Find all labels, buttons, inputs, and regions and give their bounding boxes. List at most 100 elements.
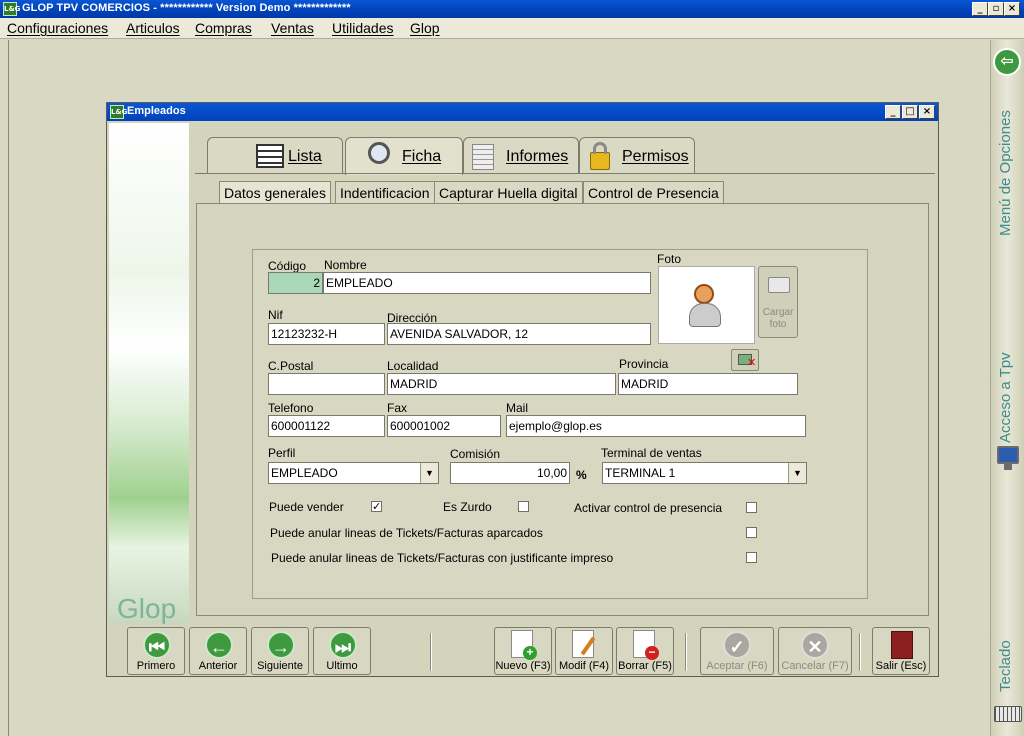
plus-icon: + [523,646,537,660]
anterior-button[interactable]: ← Anterior [189,627,247,675]
window-maximize-button[interactable]: □ [902,105,918,119]
siguiente-button[interactable]: → Siguiente [251,627,309,675]
localidad-field[interactable]: MADRID [387,373,616,395]
salir-button[interactable]: Salir (Esc) [872,627,930,675]
cancelar-label: Cancelar (F7) [781,660,849,672]
menu-bar: Configuraciones Articulos Compras Ventas… [0,18,1024,39]
anular-aparcados-label: Puede anular lineas de Tickets/Facturas … [270,526,543,540]
foto-label: Foto [657,252,682,266]
monitor-icon[interactable] [997,446,1019,464]
subtab-datos-generales[interactable]: Datos generales [219,181,331,204]
telefono-label: Telefono [268,401,314,415]
percent-label: % [576,468,587,482]
nombre-field[interactable]: EMPLEADO [323,272,651,294]
menu-articulos[interactable]: Articulos [126,20,180,36]
window-close-button[interactable]: × [919,105,935,119]
cargar-foto-button[interactable]: Cargar foto [758,266,798,338]
localidad-label: Localidad [387,359,439,373]
perfil-chevron-down-icon[interactable]: ▼ [420,463,438,483]
restore-button[interactable]: ▫ [988,2,1004,16]
codigo-label: Código [268,259,307,273]
cancel-x-icon: ✕ [801,631,829,659]
right-panel: ⇦ Menú de Opciones Acceso a Tpv Teclado [990,40,1024,736]
nif-label: Nif [268,308,283,322]
back-arrow-icon[interactable]: ⇦ [993,48,1021,76]
minimize-button[interactable]: _ [972,2,988,16]
menu-options-label[interactable]: Menú de Opciones [997,86,1014,236]
magnifier-icon [368,142,390,164]
perfil-value: EMPLEADO [271,466,338,480]
terminal-select[interactable]: TERMINAL 1 ▼ [602,462,807,484]
toolbar-separator [685,633,687,671]
tab-lista[interactable]: Lista [207,137,343,173]
modif-button[interactable]: Modif (F4) [555,627,613,675]
window-title: Empleados [127,105,186,117]
telefono-field[interactable]: 600001122 [268,415,385,437]
puede-vender-label: Puede vender [269,500,344,514]
cancelar-button[interactable]: ✕ Cancelar (F7) [778,627,852,675]
delete-x-icon: ✕ [747,356,757,369]
subtab-huella-digital[interactable]: Capturar Huella digital [434,181,583,204]
terminal-label: Terminal de ventas [601,446,702,460]
keyboard-icon[interactable] [994,706,1022,722]
aceptar-button[interactable]: ✓ Aceptar (F6) [700,627,774,675]
previous-arrow-icon: ← [205,631,233,659]
fax-field[interactable]: 600001002 [387,415,501,437]
salir-label: Salir (Esc) [875,660,927,672]
comision-field[interactable]: 10,00 [450,462,570,484]
close-button[interactable]: × [1004,2,1020,16]
menu-compras[interactable]: Compras [195,20,252,36]
perfil-select[interactable]: EMPLEADO ▼ [268,462,439,484]
delete-photo-button[interactable]: ✕ [731,349,759,371]
mail-field[interactable]: ejemplo@glop.es [506,415,806,437]
employee-avatar-icon [694,284,714,304]
menu-configuraciones[interactable]: Configuraciones [7,20,108,36]
tab-informes[interactable]: Informes [463,137,579,173]
first-record-icon: ⏮ [143,631,171,659]
direccion-field[interactable]: AVENIDA SALVADOR, 12 [387,323,651,345]
camera-icon [768,277,790,293]
control-presencia-checkbox[interactable] [746,502,757,513]
keyboard-label[interactable]: Teclado [997,622,1014,692]
app-title: GLOP TPV COMERCIOS - ************ Versio… [22,2,351,14]
menu-ventas[interactable]: Ventas [271,20,314,36]
app-logo-icon: L&G [3,2,20,16]
cpostal-label: C.Postal [268,359,314,373]
tab-permisos-label: Permisos [622,148,689,165]
primero-button[interactable]: ⏮ Primero [127,627,185,675]
anular-justificante-label: Puede anular lineas de Tickets/Facturas … [271,551,614,565]
ultimo-button[interactable]: ⏭ Ultimo [313,627,371,675]
nombre-label: Nombre [324,258,367,272]
toolbar-separator [859,633,861,671]
subtab-identificacion[interactable]: Indentificacion [335,181,435,204]
menu-glop[interactable]: Glop [410,20,440,36]
es-zurdo-checkbox[interactable] [518,501,529,512]
borrar-button[interactable]: − Borrar (F5) [616,627,674,675]
terminal-chevron-down-icon[interactable]: ▼ [788,463,806,483]
anular-justificante-checkbox[interactable] [746,552,757,563]
nuevo-button[interactable]: + Nuevo (F3) [494,627,552,675]
menu-utilidades[interactable]: Utilidades [332,20,393,36]
provincia-label: Provincia [619,357,669,371]
mail-label: Mail [506,401,529,415]
list-icon [256,144,284,168]
anular-aparcados-checkbox[interactable] [746,527,757,538]
tab-lista-label: Lista [288,148,322,165]
tpv-access-label[interactable]: Acceso a Tpv [997,333,1014,443]
tab-ficha[interactable]: Ficha [345,137,463,175]
es-zurdo-label: Es Zurdo [443,500,492,514]
subtab-control-presencia[interactable]: Control de Presencia [583,181,724,204]
anterior-label: Anterior [198,660,238,672]
window-minimize-button[interactable]: _ [885,105,901,119]
cargar-foto-label: Cargar foto [762,307,794,330]
tab-permisos[interactable]: Permisos [579,137,695,173]
provincia-field[interactable]: MADRID [618,373,798,395]
nif-field[interactable]: 12123232-H [268,323,385,345]
decorative-sidebar [109,123,189,623]
cpostal-field[interactable] [268,373,385,395]
codigo-field[interactable]: 2 [268,272,323,294]
last-record-icon: ⏭ [329,631,357,659]
ultimo-label: Ultimo [326,660,358,672]
report-icon [472,144,494,170]
puede-vender-checkbox[interactable]: ✓ [371,501,382,512]
